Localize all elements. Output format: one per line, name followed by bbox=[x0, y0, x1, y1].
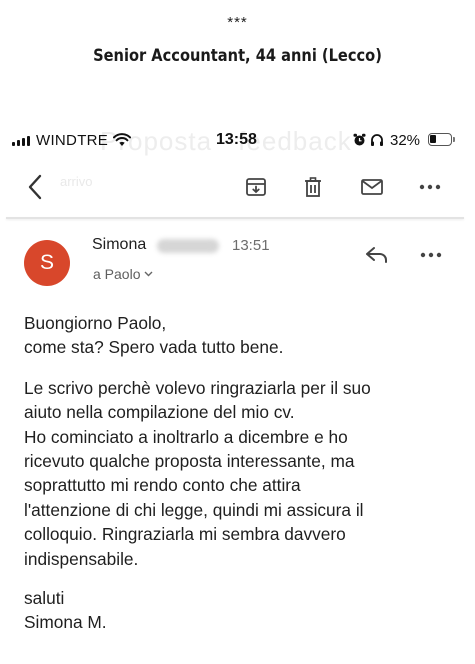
back-icon[interactable] bbox=[18, 170, 52, 204]
trash-icon[interactable] bbox=[296, 170, 330, 204]
mail-icon[interactable] bbox=[355, 170, 389, 204]
caption-title: Senior Accountant, 44 anni (Lecco) bbox=[93, 46, 382, 66]
body-line: soprattutto mi rendo conto che attira bbox=[24, 475, 301, 496]
message-body: Buongiorno Paolo, come sta? Spero vada t… bbox=[24, 311, 454, 635]
reply-button[interactable] bbox=[362, 242, 392, 268]
battery-fill bbox=[430, 135, 436, 143]
more-icon[interactable] bbox=[413, 170, 447, 204]
headphones-icon bbox=[370, 133, 384, 152]
alarm-icon bbox=[353, 133, 366, 152]
body-line: Le scrivo perchè volevo ringraziarla per… bbox=[24, 377, 371, 398]
body-line: Ho cominciato a inoltrarlo a dicembre e … bbox=[24, 426, 348, 447]
battery-icon bbox=[428, 133, 452, 146]
chevron-down-icon bbox=[144, 271, 153, 277]
signal-icon bbox=[12, 136, 30, 146]
clock-time: 13:58 bbox=[216, 131, 257, 148]
body-line: Buongiorno Paolo, bbox=[24, 313, 167, 333]
separator-stars: *** bbox=[227, 14, 248, 31]
sender-surname-blurred bbox=[157, 239, 219, 253]
body-line: come sta? Spero vada tutto bene. bbox=[24, 337, 284, 358]
sender-name[interactable]: Simona bbox=[92, 236, 146, 254]
body-line: ricevuto qualche proposta interessante, … bbox=[24, 451, 355, 472]
recipient-label: a Paolo bbox=[93, 266, 141, 282]
body-line: indispensabile. bbox=[24, 548, 139, 569]
recipient-details[interactable]: a Paolo bbox=[93, 266, 153, 282]
more-icon bbox=[420, 252, 442, 258]
ghost-folder-label: arrivo bbox=[60, 174, 93, 189]
archive-icon[interactable] bbox=[239, 170, 273, 204]
sender-avatar[interactable]: S bbox=[24, 240, 70, 286]
carrier-name: WINDTRE bbox=[36, 132, 109, 149]
toolbar: arrivo bbox=[0, 160, 475, 216]
wifi-icon bbox=[113, 133, 131, 152]
status-bar: Proposta - feedback WINDTRE 13:58 32% bbox=[0, 126, 475, 156]
message-more-button[interactable] bbox=[416, 242, 446, 268]
message-time: 13:51 bbox=[232, 237, 270, 254]
body-line: Simona M. bbox=[24, 612, 107, 633]
body-line: colloquio. Ringraziarla mi sembra davver… bbox=[24, 524, 346, 545]
reply-icon bbox=[366, 247, 387, 263]
toolbar-divider bbox=[6, 217, 464, 219]
battery-percentage: 32% bbox=[390, 132, 421, 149]
body-line: saluti bbox=[24, 588, 65, 609]
body-line: l'attenzione di chi legge, quindi mi ass… bbox=[24, 499, 364, 520]
body-line: aiuto nella compilazione del mio cv. bbox=[24, 402, 295, 423]
battery-tip bbox=[453, 137, 455, 142]
